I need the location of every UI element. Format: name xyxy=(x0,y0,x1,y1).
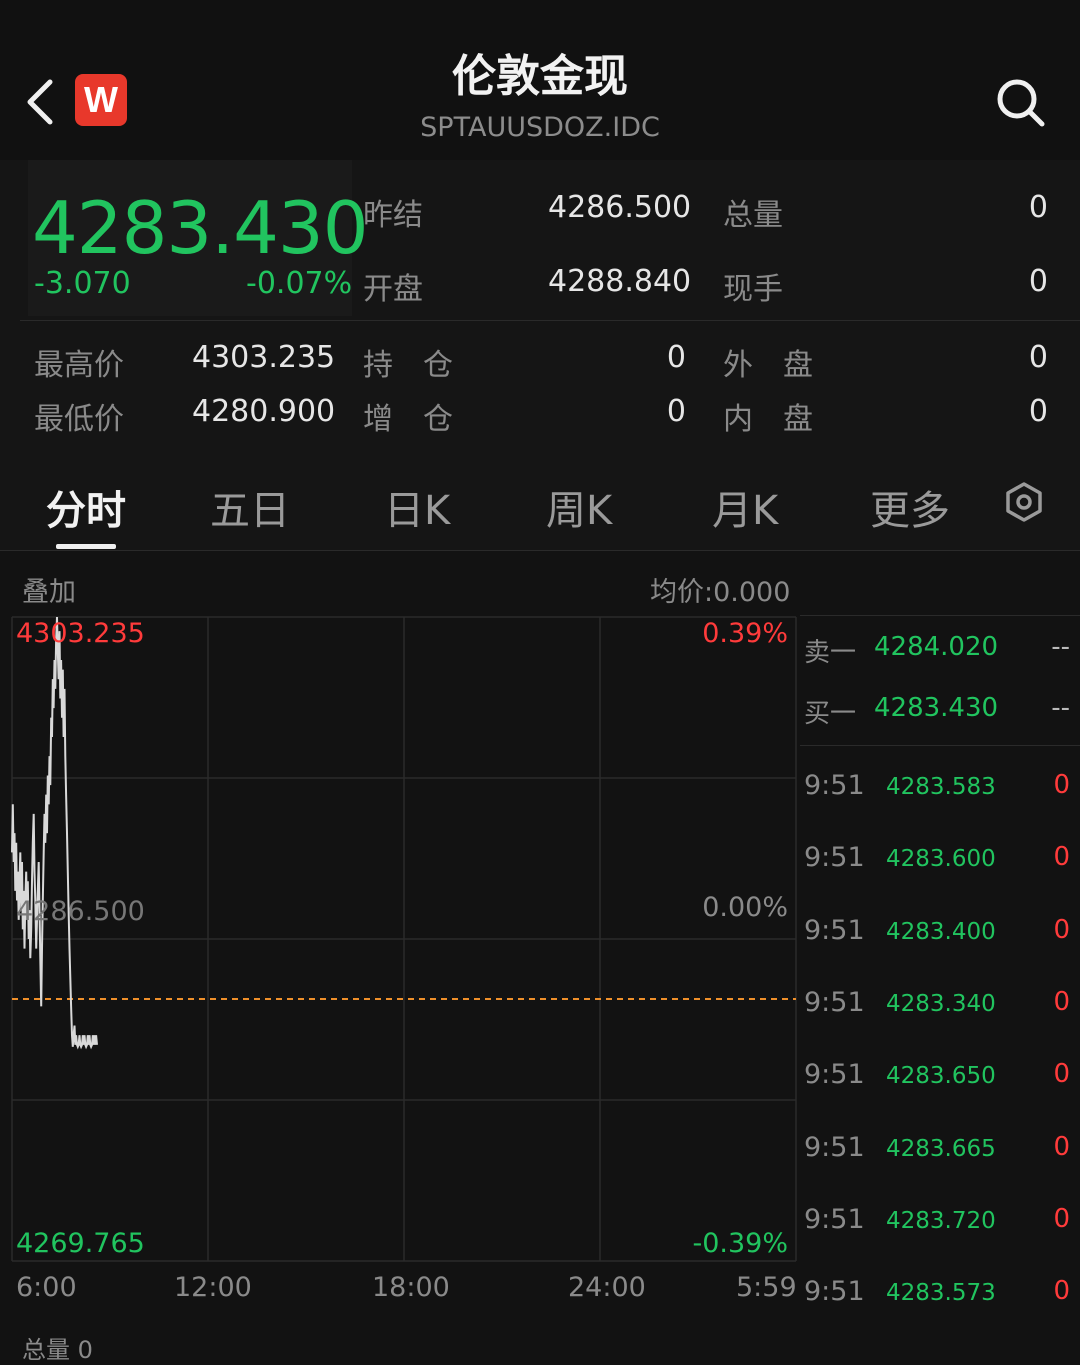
low-value: 4280.900 xyxy=(192,394,336,429)
tab-weekly-k[interactable]: 周K xyxy=(546,478,612,536)
trade-time: 9:51 xyxy=(804,1059,865,1090)
trade-time: 9:51 xyxy=(804,1276,865,1307)
divider xyxy=(800,615,1080,616)
active-tab-indicator xyxy=(56,544,116,549)
x-label: 5:59 xyxy=(736,1272,797,1303)
trade-price: 4283.720 xyxy=(886,1208,996,1234)
bid1-price: 4283.430 xyxy=(874,693,999,723)
trade-volume: 0 xyxy=(1053,1059,1070,1089)
price-change: -3.070 xyxy=(34,266,131,301)
bid1-label: 买一 xyxy=(804,699,857,729)
open-interest-label: 持 仓 xyxy=(363,348,453,383)
inner-volume-value: 0 xyxy=(1028,394,1048,429)
chart-grid xyxy=(11,616,797,1262)
total-volume-footer: 总量 0 xyxy=(22,1336,93,1364)
page-title: 伦敦金现 xyxy=(452,51,628,102)
high-value: 4303.235 xyxy=(192,340,336,375)
divider xyxy=(800,745,1080,746)
current-lot-value: 0 xyxy=(1028,264,1048,299)
pct-label-high: 0.39% xyxy=(702,618,788,649)
oi-change-label: 增 仓 xyxy=(363,402,453,437)
trade-time: 9:51 xyxy=(804,1132,865,1163)
trade-time: 9:51 xyxy=(804,770,865,801)
open-value: 4288.840 xyxy=(548,264,692,299)
x-label: 12:00 xyxy=(174,1272,252,1303)
trade-time: 9:51 xyxy=(804,987,865,1018)
open-label: 开盘 xyxy=(363,272,423,307)
x-label: 24:00 xyxy=(568,1272,646,1303)
tab-daily-k[interactable]: 日K xyxy=(384,478,450,536)
trade-volume: 0 xyxy=(1053,1204,1070,1234)
last-price: 4283.430 xyxy=(32,186,369,270)
trade-price: 4283.583 xyxy=(886,774,996,800)
tab-monthly-k[interactable]: 月K xyxy=(712,478,778,536)
total-volume-label: 总量 xyxy=(723,198,783,233)
y-label-mid: 4286.500 xyxy=(16,896,145,927)
trade-volume: 0 xyxy=(1053,770,1070,800)
ask1-volume: -- xyxy=(1051,632,1070,662)
trade-time: 9:51 xyxy=(804,842,865,873)
bid1-volume: -- xyxy=(1051,693,1070,723)
trade-volume: 0 xyxy=(1053,987,1070,1017)
outer-volume-value: 0 xyxy=(1028,340,1048,375)
total-volume-value: 0 xyxy=(1028,190,1048,225)
open-interest-value: 0 xyxy=(666,340,686,375)
trade-volume: 0 xyxy=(1053,1276,1070,1306)
divider xyxy=(20,320,1080,321)
pct-label-low: -0.39% xyxy=(692,1228,788,1259)
tab-five-day[interactable]: 五日 xyxy=(210,478,290,536)
trade-price: 4283.665 xyxy=(886,1136,996,1162)
trade-volume: 0 xyxy=(1053,1132,1070,1162)
trade-time: 9:51 xyxy=(804,1204,865,1235)
inner-volume-label: 内 盘 xyxy=(723,402,813,437)
chart-settings-button[interactable] xyxy=(1002,480,1046,524)
trade-price: 4283.650 xyxy=(886,1063,996,1089)
tab-more[interactable]: 更多 xyxy=(870,478,950,536)
prev-settle-value: 4286.500 xyxy=(548,190,692,225)
intraday-chart[interactable] xyxy=(0,551,800,1331)
y-label-low: 4269.765 xyxy=(16,1228,145,1259)
high-label: 最高价 xyxy=(34,348,124,383)
oi-change-value: 0 xyxy=(666,394,686,429)
symbol-code: SPTAUUSDOZ.IDC xyxy=(420,112,660,143)
price-change-pct: -0.07% xyxy=(246,266,353,301)
pct-label-mid: 0.00% xyxy=(702,892,788,923)
trade-price: 4283.600 xyxy=(886,846,996,872)
tab-intraday[interactable]: 分时 xyxy=(46,478,126,536)
hexagon-settings-icon xyxy=(1006,482,1042,522)
price-line xyxy=(11,616,98,1050)
y-label-high: 4303.235 xyxy=(16,618,145,649)
outer-volume-label: 外 盘 xyxy=(723,348,813,383)
trade-price: 4283.400 xyxy=(886,919,996,945)
ask1-label: 卖一 xyxy=(804,638,857,668)
search-button[interactable] xyxy=(992,74,1048,130)
prev-settle-label: 昨结 xyxy=(363,198,423,233)
trade-volume: 0 xyxy=(1053,915,1070,945)
search-icon xyxy=(997,79,1045,127)
ask1-price: 4284.020 xyxy=(874,632,999,662)
trade-time: 9:51 xyxy=(804,915,865,946)
trade-volume: 0 xyxy=(1053,842,1070,872)
trade-price: 4283.573 xyxy=(886,1280,996,1306)
trade-price: 4283.340 xyxy=(886,991,996,1017)
current-lot-label: 现手 xyxy=(723,272,783,307)
low-label: 最低价 xyxy=(34,402,124,437)
x-label: 6:00 xyxy=(16,1272,77,1303)
x-label: 18:00 xyxy=(372,1272,450,1303)
